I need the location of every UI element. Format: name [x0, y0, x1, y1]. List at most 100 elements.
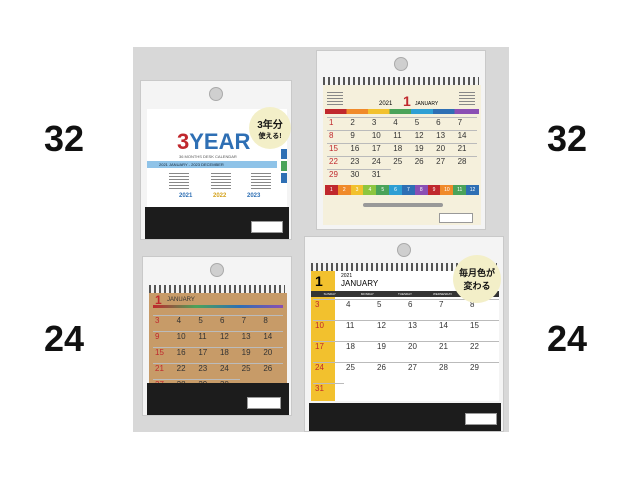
price-sticker — [247, 397, 281, 409]
count-bottom-left: 24 — [44, 318, 85, 359]
spiral-binding — [149, 285, 285, 293]
calendar-kraft-package: 1 JANUARY 3 4 5 6 7 8 9 10 11 12 13 14 15 16 17 18 19 20 2… — [142, 256, 292, 416]
day-cell: 3 — [369, 117, 392, 130]
price-sticker — [439, 213, 473, 223]
badge-line-2: 変わる — [463, 281, 491, 291]
month-tab: 5 — [376, 185, 390, 195]
weekday-label: MONDAY — [360, 292, 374, 296]
day-cell: 22 — [468, 341, 499, 362]
month-name: JANUARY — [341, 279, 379, 288]
month-name: JANUARY — [415, 101, 439, 107]
weekday-label: WEDNESDAY — [433, 292, 453, 296]
month-tab-row: 1 2 3 4 5 6 7 8 9 10 11 12 — [325, 185, 479, 195]
day-cell: 19 — [239, 347, 262, 363]
day-cell: 28 — [437, 362, 468, 383]
day-cell: 6 — [406, 299, 437, 320]
day-cell: 15 — [153, 347, 175, 363]
month-tab: 6 — [389, 185, 402, 195]
day-cell: 5 — [375, 299, 406, 320]
day-cell: 9 — [153, 331, 175, 347]
day-cell: 10 — [174, 331, 197, 347]
day-cell: 4 — [174, 315, 197, 331]
day-cell: 16 — [174, 347, 197, 363]
day-cell: 21 — [455, 143, 477, 156]
day-cell: 4 — [391, 117, 413, 130]
day-cell: 14 — [261, 331, 283, 347]
day-cell: 4 — [344, 299, 375, 320]
year-2022: 2022 — [213, 193, 227, 199]
hang-hole — [394, 57, 408, 71]
day-cell: 7 — [437, 299, 468, 320]
calendar-color-page: 2021 1 JANUARY 1 2 3 4 5 6 7 8 9 10 11 12 13 14 15 16 17… — [323, 85, 481, 225]
weekday-label: SUNDAY — [323, 292, 336, 296]
day-cell: 11 — [344, 320, 375, 341]
calendar-3year-package: 3YEAR 36 MONTHS DESK CALENDAR 2021 JANUA… — [140, 80, 292, 240]
year-2023: 2023 — [247, 193, 261, 199]
day-cell: 14 — [455, 130, 477, 143]
price-sticker — [251, 221, 283, 233]
hang-hole — [210, 263, 224, 277]
day-grid: 3 4 5 6 7 8 10 11 12 13 14 15 17 18 19 20 21 22 24 25 26 27 28… — [313, 299, 499, 404]
month-tab: 4 — [363, 185, 377, 195]
count-bottom-right: 24 — [547, 318, 588, 359]
day-cell: 24 — [217, 363, 240, 379]
day-cell: 20 — [434, 143, 456, 156]
day-cell: 6 — [217, 315, 240, 331]
day-cell: 8 — [261, 315, 283, 331]
weekday-label: TUESDAY — [398, 292, 412, 296]
day-cell: 9 — [348, 130, 370, 143]
day-cell: 24 — [369, 156, 392, 169]
hang-hole — [209, 87, 223, 101]
month-tab: 11 — [453, 185, 467, 195]
day-cell: 14 — [437, 320, 468, 341]
day-cell: 21 — [437, 341, 468, 362]
calendar-color-package: 2021 1 JANUARY 1 2 3 4 5 6 7 8 9 10 11 12 13 14 15 16 17… — [316, 50, 486, 230]
count-top-right: 32 — [547, 118, 588, 159]
month-tab: 12 — [466, 185, 479, 195]
month-tab: 1 — [325, 185, 338, 195]
day-cell: 7 — [239, 315, 262, 331]
day-cell: 24 — [313, 362, 344, 383]
day-cell: 19 — [375, 341, 406, 362]
day-cell: 17 — [313, 341, 344, 362]
day-cell: 6 — [434, 117, 456, 130]
day-cell: 12 — [217, 331, 240, 347]
day-cell: 11 — [391, 130, 413, 143]
day-cell: 3 — [153, 315, 175, 331]
month-tab: 7 — [401, 185, 415, 195]
day-cell: 7 — [455, 117, 477, 130]
day-cell: 13 — [406, 320, 437, 341]
day-cell: 28 — [455, 156, 477, 169]
big-word: YEAR — [189, 129, 251, 154]
month-tab: 9 — [427, 185, 441, 195]
day-cell: 8 — [327, 130, 349, 143]
year-2021: 2021 — [179, 193, 193, 199]
range-line: 2021 JANUARY - 2023 DECEMBER — [159, 162, 224, 167]
badge-line-1: 3年分 — [257, 119, 283, 131]
day-cell: 26 — [375, 362, 406, 383]
day-cell: 21 — [153, 363, 175, 379]
day-cell: 12 — [412, 130, 435, 143]
calendar-kraft-page: 1 JANUARY 3 4 5 6 7 8 9 10 11 12 13 14 15 16 17 18 19 20 2… — [149, 293, 287, 389]
day-cell: 29 — [327, 169, 349, 182]
month-tab: 3 — [350, 185, 364, 195]
day-cell: 15 — [327, 143, 349, 156]
year: 2021 — [379, 101, 393, 107]
day-cell: 26 — [412, 156, 435, 169]
day-cell: 12 — [375, 320, 406, 341]
count-top-left: 32 — [44, 118, 85, 159]
day-cell: 10 — [313, 320, 344, 341]
calendar-yellow-package: 1 2021 JANUARY SUNDAY MONDAY TUESDAY WEDNES… — [304, 236, 504, 432]
day-cell: 17 — [369, 143, 392, 156]
day-cell: 11 — [196, 331, 218, 347]
month-tab: 2 — [337, 185, 351, 195]
spiral-binding — [323, 77, 479, 85]
day-cell: 1 — [327, 117, 349, 130]
subtitle: 36 MONTHS DESK CALENDAR — [179, 154, 237, 159]
month-name: JANUARY — [167, 297, 195, 303]
day-cell: 20 — [261, 347, 283, 363]
day-cell: 29 — [468, 362, 499, 383]
day-cell: 23 — [196, 363, 218, 379]
day-cell: 26 — [261, 363, 283, 379]
day-cell: 31 — [313, 383, 344, 404]
